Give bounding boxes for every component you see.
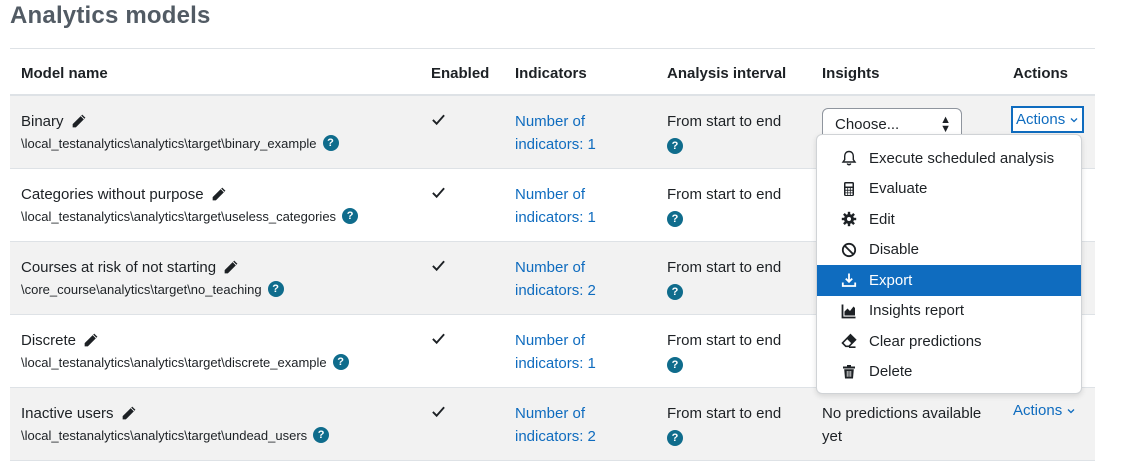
check-icon: [432, 114, 445, 126]
table-row: Inactive users \local_testanalytics\anal…: [10, 388, 1095, 461]
actions-button[interactable]: Actions: [1011, 106, 1085, 133]
help-icon[interactable]: ?: [267, 281, 284, 297]
menu-item-disable[interactable]: Disable: [817, 235, 1081, 266]
pencil-icon[interactable]: [210, 186, 227, 203]
download-icon: [841, 273, 857, 288]
eraser-icon: [841, 333, 857, 349]
header-model-name: Model name: [21, 65, 108, 82]
actions-dropdown-menu: Execute scheduled analysis Evaluate Edit…: [816, 134, 1082, 394]
analysis-interval: From start to end: [667, 405, 782, 422]
gear-icon: [841, 212, 857, 227]
header-insights: Insights: [822, 65, 880, 82]
help-icon[interactable]: ?: [667, 211, 683, 227]
model-name: Categories without purpose: [21, 185, 204, 203]
bell-icon: [841, 151, 857, 166]
chart-icon: [841, 304, 856, 319]
page-title: Analytics models: [10, 2, 211, 29]
help-icon[interactable]: ?: [322, 135, 339, 151]
pencil-icon[interactable]: [222, 259, 239, 276]
analysis-interval: From start to end: [667, 332, 782, 349]
indicators-link[interactable]: Number of indicators: 2: [515, 256, 635, 302]
model-target: \local_testanalytics\analytics\target\un…: [21, 427, 308, 443]
analysis-interval: From start to end: [667, 113, 782, 130]
model-target: \local_testanalytics\analytics\target\di…: [21, 354, 327, 370]
menu-item-edit[interactable]: Edit: [817, 204, 1081, 235]
help-icon[interactable]: ?: [667, 138, 683, 154]
chevron-down-icon: [1067, 408, 1075, 413]
check-icon: [432, 406, 445, 418]
menu-item-execute-scheduled-analysis[interactable]: Execute scheduled analysis: [817, 143, 1081, 174]
menu-item-evaluate[interactable]: Evaluate: [817, 174, 1081, 205]
menu-item-insights-report[interactable]: Insights report: [817, 296, 1081, 327]
help-icon[interactable]: ?: [342, 208, 359, 224]
table-header: Model name Enabled Indicators Analysis i…: [10, 48, 1095, 96]
check-icon: [432, 260, 445, 272]
pencil-icon[interactable]: [70, 113, 87, 130]
help-icon[interactable]: ?: [332, 354, 349, 370]
insights-status: No predictions available yet: [822, 405, 982, 445]
model-name: Inactive users: [21, 404, 114, 422]
chevron-down-icon: [1070, 117, 1078, 122]
model-target: \core_course\analytics\target\no_teachin…: [21, 281, 262, 297]
header-actions: Actions: [1013, 65, 1069, 82]
pencil-icon[interactable]: [82, 332, 99, 349]
menu-item-delete[interactable]: Delete: [817, 357, 1081, 388]
indicators-link[interactable]: Number of indicators: 2: [515, 402, 635, 448]
header-enabled: Enabled: [431, 65, 490, 82]
select-caret-icon: ▲ ▼: [940, 114, 951, 135]
menu-item-export[interactable]: Export: [817, 265, 1081, 296]
indicators-link[interactable]: Number of indicators: 1: [515, 110, 635, 156]
check-icon: [432, 187, 445, 199]
model-name: Binary: [21, 112, 64, 130]
menu-item-clear-predictions[interactable]: Clear predictions: [817, 326, 1081, 357]
calculator-icon: [844, 181, 854, 196]
actions-button[interactable]: Actions: [1013, 402, 1076, 419]
header-indicators: Indicators: [515, 65, 587, 82]
help-icon[interactable]: ?: [313, 427, 330, 443]
model-target: \local_testanalytics\analytics\target\bi…: [21, 135, 317, 151]
analysis-interval: From start to end: [667, 259, 782, 276]
model-target: \local_testanalytics\analytics\target\us…: [21, 208, 337, 224]
model-name: Courses at risk of not starting: [21, 258, 217, 276]
analysis-interval: From start to end: [667, 186, 782, 203]
ban-icon: [841, 242, 857, 257]
check-icon: [432, 333, 445, 345]
indicators-link[interactable]: Number of indicators: 1: [515, 183, 635, 229]
header-analysis-interval: Analysis interval: [667, 65, 787, 82]
pencil-icon[interactable]: [120, 405, 137, 422]
model-name: Discrete: [21, 331, 77, 349]
help-icon[interactable]: ?: [667, 357, 683, 373]
trash-icon: [843, 364, 855, 379]
help-icon[interactable]: ?: [667, 430, 683, 446]
help-icon[interactable]: ?: [667, 284, 683, 300]
indicators-link[interactable]: Number of indicators: 1: [515, 329, 635, 375]
